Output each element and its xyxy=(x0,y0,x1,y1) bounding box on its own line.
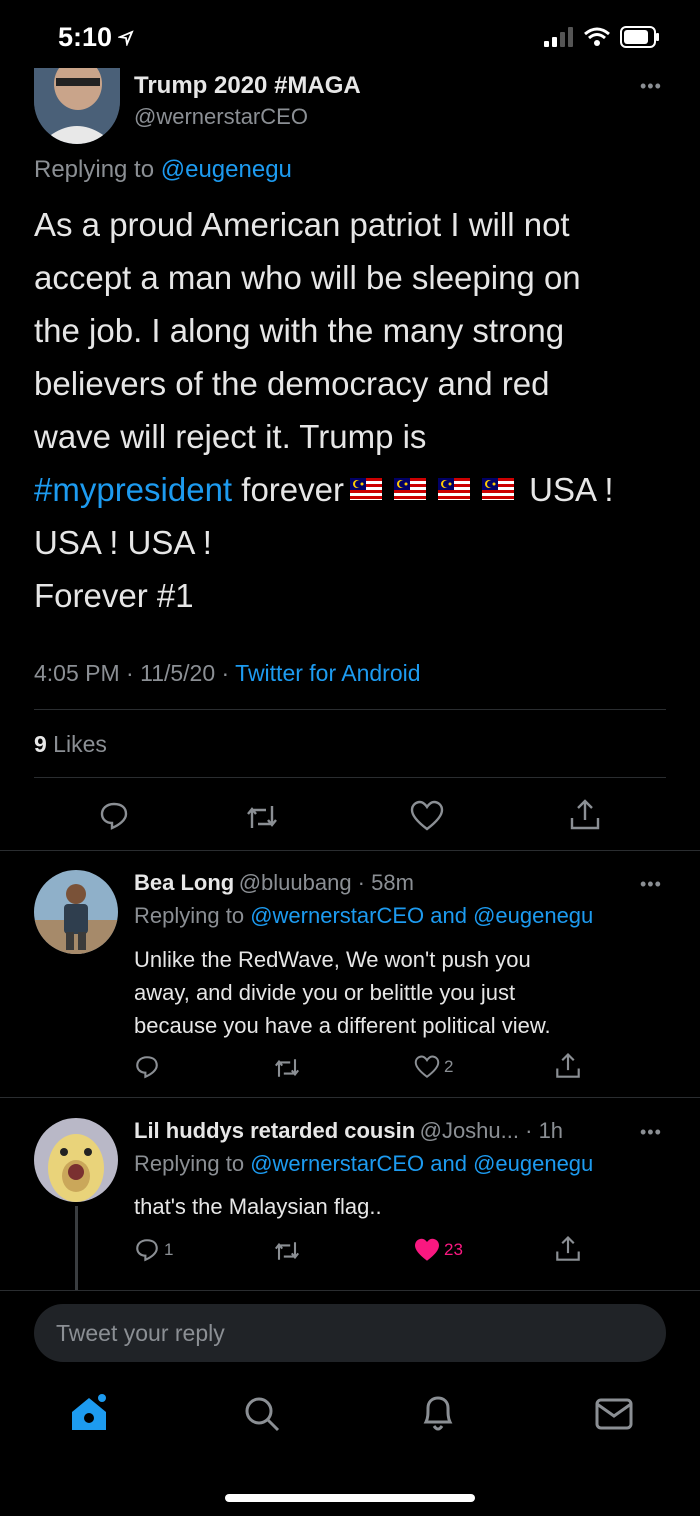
location-arrow-icon xyxy=(118,29,134,46)
replying-prefix: Replying to xyxy=(34,156,161,183)
bell-icon xyxy=(423,1396,453,1431)
share-button[interactable] xyxy=(554,1052,582,1085)
like-button[interactable] xyxy=(410,800,444,837)
replying-to-link[interactable]: @wernerstarCEO xyxy=(250,903,424,928)
nav-messages[interactable] xyxy=(594,1396,634,1437)
reply-icon xyxy=(136,1239,158,1262)
avatar[interactable] xyxy=(34,870,118,954)
wifi-icon xyxy=(584,27,610,46)
divider xyxy=(0,850,700,851)
divider xyxy=(34,777,666,778)
reply-author-handle[interactable]: @Joshu... xyxy=(420,1118,519,1143)
divider xyxy=(34,709,666,710)
share-icon xyxy=(556,1235,580,1261)
divider xyxy=(0,1097,700,1098)
author-name[interactable]: Trump 2020 #MAGA xyxy=(134,72,361,100)
retweet-button[interactable] xyxy=(272,1056,306,1080)
more-icon[interactable]: ••• xyxy=(640,76,662,97)
likes-summary[interactable]: 9 Likes xyxy=(34,731,107,758)
reply-header: Lil huddys retarded cousin @Joshu... · 1… xyxy=(134,1118,564,1143)
more-icon[interactable]: ••• xyxy=(640,874,662,895)
reply-text: that's the Malaysian flag.. xyxy=(134,1194,382,1219)
battery-icon xyxy=(620,26,659,48)
tweet-time: 4:05 PM xyxy=(34,660,120,686)
reply-button[interactable] xyxy=(134,1054,164,1080)
likes-count: 9 xyxy=(34,731,47,757)
retweet-icon xyxy=(274,1242,300,1260)
mail-icon xyxy=(595,1398,633,1430)
tweet-text: As a proud American patriot I will not a… xyxy=(34,198,674,622)
tweet-source-link[interactable]: Twitter for Android xyxy=(235,660,420,686)
avatar[interactable] xyxy=(34,68,120,144)
replying-to-link[interactable]: @eugenegu xyxy=(473,1151,593,1176)
replying-and: and xyxy=(424,903,474,928)
nav-notifications[interactable] xyxy=(418,1392,458,1439)
retweet-button[interactable] xyxy=(244,802,280,837)
nav-search[interactable] xyxy=(242,1394,282,1439)
reply-icon xyxy=(136,1056,158,1079)
like-button[interactable]: 23 xyxy=(414,1238,463,1262)
replying-to-link[interactable]: @eugenegu xyxy=(161,156,292,183)
like-count: 23 xyxy=(444,1240,463,1259)
avatar[interactable] xyxy=(34,1118,118,1202)
reply-button[interactable]: 1 xyxy=(134,1237,173,1263)
replying-to: Replying to @wernerstarCEO and @eugenegu xyxy=(134,903,593,929)
thread-line xyxy=(75,1206,78,1290)
tweet-text-part2: forever xyxy=(232,471,344,508)
reply-header: Bea Long @bluubang · 58m xyxy=(134,870,414,895)
reply-button[interactable] xyxy=(98,800,130,837)
heart-icon xyxy=(410,800,444,831)
replying-to: Replying to @eugenegu xyxy=(34,156,292,184)
author-handle[interactable]: @wernerstarCEO xyxy=(134,104,308,130)
likes-label: Likes xyxy=(46,731,107,757)
reply-icon xyxy=(100,802,128,830)
divider xyxy=(0,1290,700,1291)
replying-to-link[interactable]: @wernerstarCEO xyxy=(250,1151,424,1176)
malaysia-flag-icon xyxy=(349,478,382,501)
replying-prefix: Replying to xyxy=(134,903,251,928)
more-icon[interactable]: ••• xyxy=(640,1122,662,1143)
retweet-icon xyxy=(247,806,277,828)
reply-compose-placeholder: Tweet your reply xyxy=(56,1320,225,1346)
home-indicator[interactable] xyxy=(225,1494,475,1502)
replying-to-link[interactable]: @eugenegu xyxy=(473,903,593,928)
malaysia-flag-icon xyxy=(481,478,514,501)
reply-count: 1 xyxy=(164,1240,174,1259)
share-button[interactable] xyxy=(568,798,602,837)
like-count: 2 xyxy=(444,1057,454,1076)
status-time: 5:10 xyxy=(58,22,134,53)
reply-author-handle[interactable]: @bluubang xyxy=(239,870,352,895)
tweet-meta: 4:05 PM · 11/5/20 · Twitter for Android xyxy=(34,660,421,686)
replying-prefix: Replying to xyxy=(134,1151,251,1176)
replying-to: Replying to @wernerstarCEO and @eugenegu xyxy=(134,1151,593,1177)
reply-time: 1h xyxy=(538,1118,564,1143)
nav-home[interactable] xyxy=(68,1392,110,1439)
tweet-text-part1: As a proud American patriot I will not a… xyxy=(34,206,581,455)
reply-text: Unlike the RedWave, We won't push you aw… xyxy=(134,947,551,1038)
tweet-date: 11/5/20 xyxy=(140,660,216,686)
reply-author-name[interactable]: Bea Long xyxy=(134,870,234,895)
home-icon xyxy=(72,1394,106,1430)
heart-icon xyxy=(414,1055,440,1078)
share-icon xyxy=(556,1052,580,1078)
reply-author-name[interactable]: Lil huddys retarded cousin xyxy=(134,1118,415,1143)
hashtag-link[interactable]: #mypresident xyxy=(34,471,232,508)
search-icon xyxy=(245,1397,280,1432)
retweet-button[interactable] xyxy=(272,1239,306,1263)
retweet-icon xyxy=(274,1059,300,1077)
share-button[interactable] xyxy=(554,1235,582,1268)
share-icon xyxy=(570,799,600,830)
reply-time: 58m xyxy=(371,870,414,895)
like-button[interactable]: 2 xyxy=(414,1055,453,1079)
heart-filled-icon xyxy=(414,1238,440,1261)
status-indicators xyxy=(544,26,660,48)
signal-icon xyxy=(544,27,573,47)
malaysia-flag-icon xyxy=(393,478,426,501)
malaysia-flag-icon xyxy=(437,478,470,501)
replying-and: and xyxy=(424,1151,474,1176)
